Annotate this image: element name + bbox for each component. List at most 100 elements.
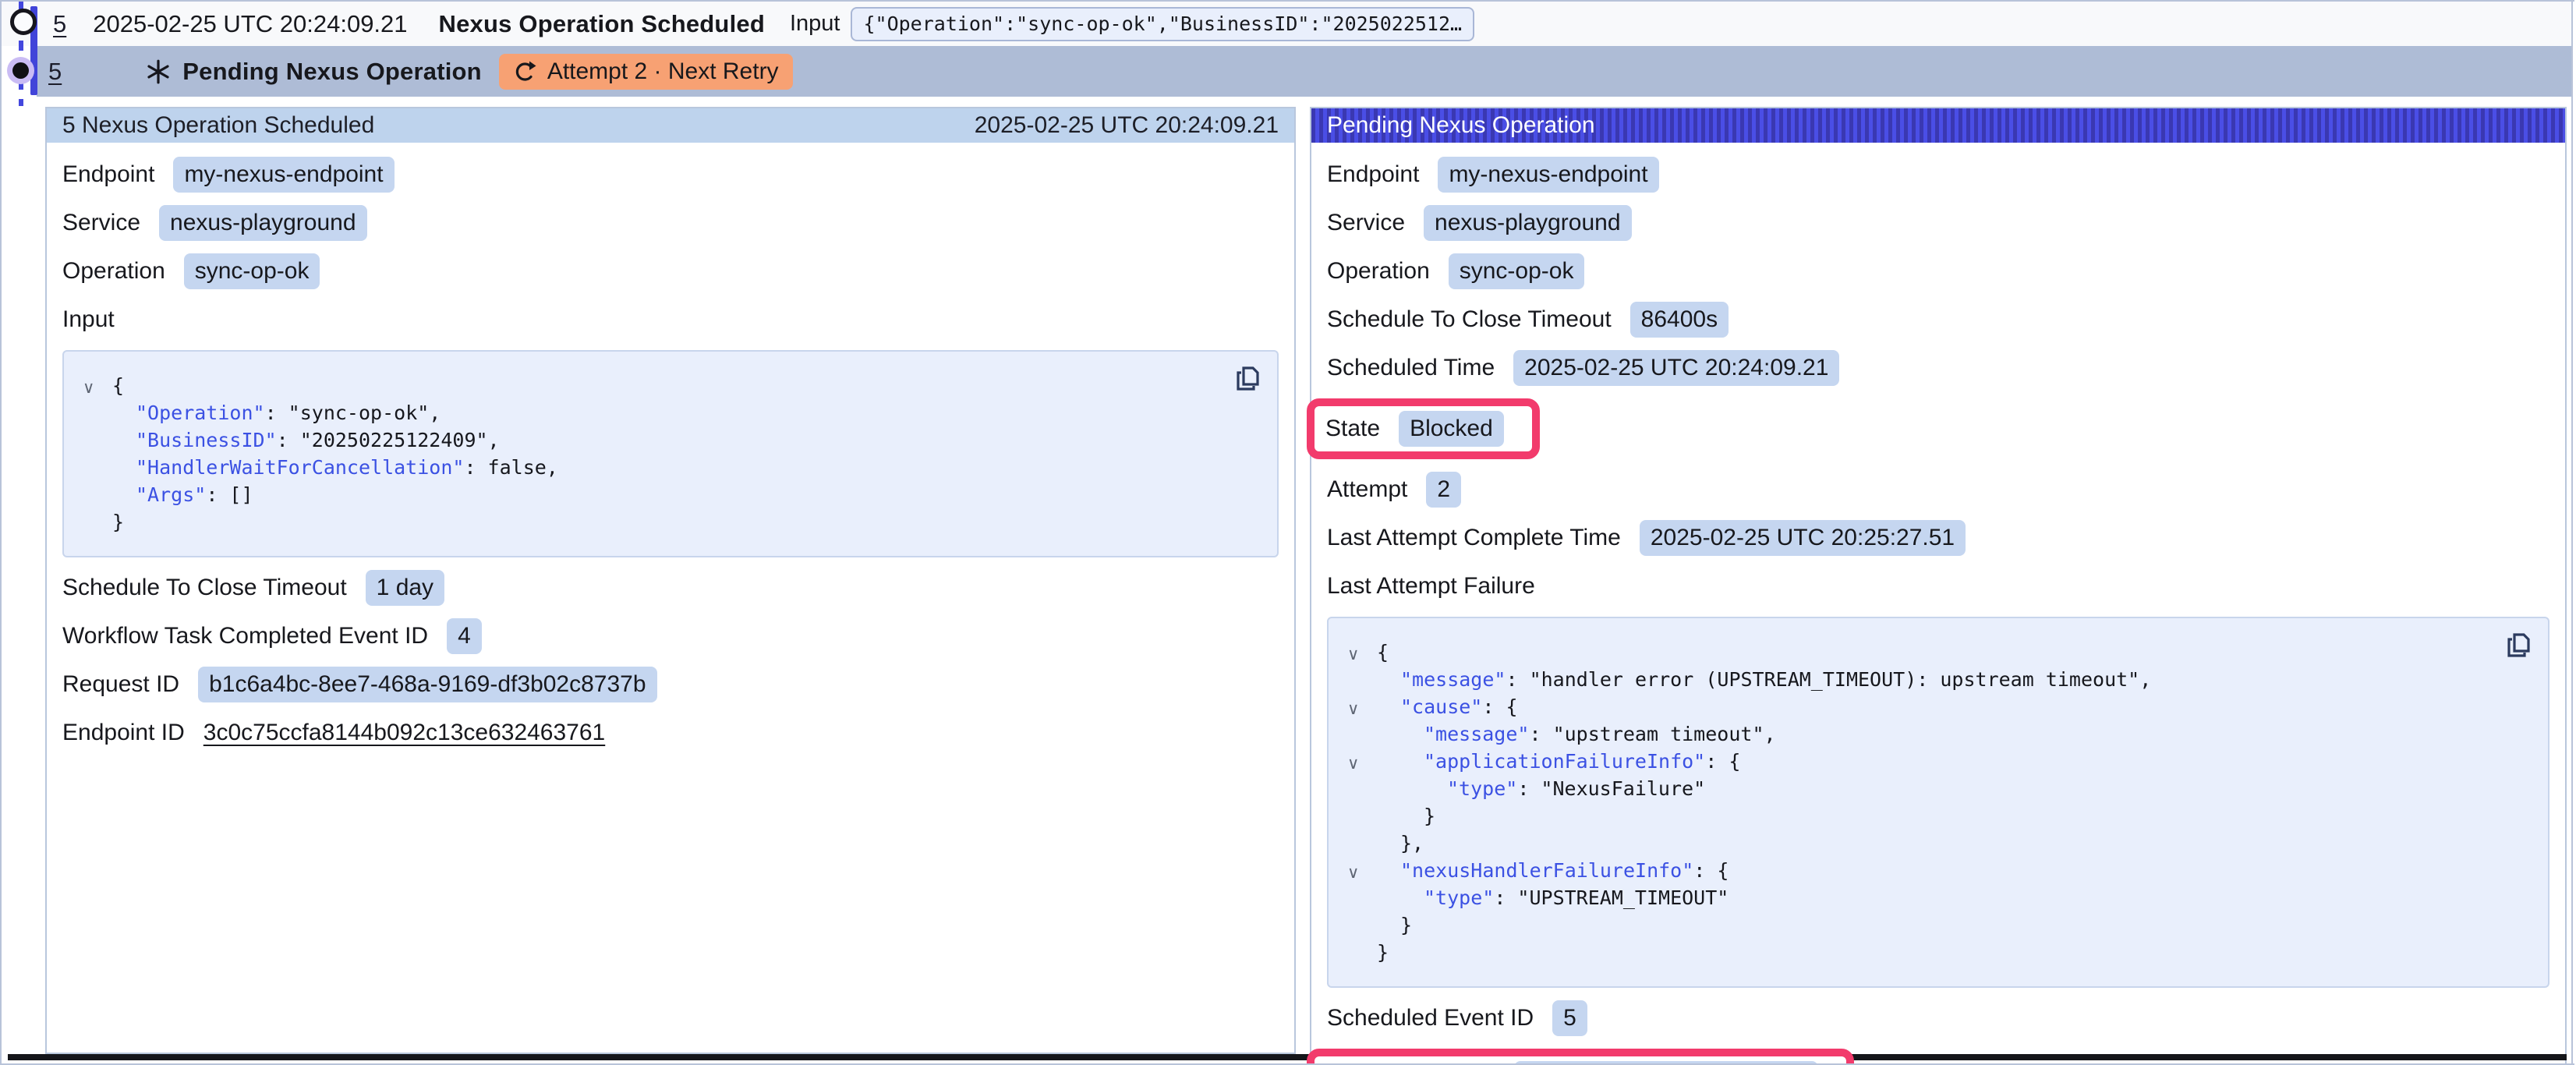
event-timestamp: 2025-02-25 UTC 20:24:09.21 bbox=[93, 10, 407, 38]
json-line: }, bbox=[1377, 830, 2529, 857]
json-line: ∨"applicationFailureInfo": { bbox=[1377, 748, 2529, 775]
field-label: Schedule To Close Timeout bbox=[62, 575, 347, 601]
field-row: Workflow Task Completed Event ID 4 bbox=[62, 618, 1279, 654]
json-line: } bbox=[112, 508, 1258, 536]
field-row: Operation sync-op-ok bbox=[62, 253, 1279, 289]
field-row: Attempt 2 bbox=[1327, 472, 2549, 508]
json-line: } bbox=[1377, 939, 2529, 966]
field-value-chip: b1c6a4bc-8ee7-468a-9169-df3b02c8737b bbox=[198, 667, 656, 702]
field-label: Last Attempt Complete Time bbox=[1327, 525, 1621, 551]
annotation-highlight-box: StateBlocked bbox=[1307, 398, 1540, 459]
field-row: Schedule To Close Timeout 1 day bbox=[62, 570, 1279, 606]
field-value-chip: nexus-playground bbox=[1424, 205, 1632, 241]
field-value-chip: 2025-02-25 UTC 20:24:09.21 bbox=[1513, 350, 1839, 386]
pending-operation-header: Pending Nexus Operation bbox=[1311, 108, 2565, 143]
field-label: Request ID bbox=[62, 671, 179, 698]
field-row: StateBlocked bbox=[1327, 398, 2549, 459]
json-line: "BusinessID": "20250225122409", bbox=[112, 426, 1258, 454]
field-label: State bbox=[1325, 416, 1380, 442]
event-title: Nexus Operation Scheduled bbox=[439, 10, 765, 38]
collapse-chevron-icon[interactable]: ∨ bbox=[83, 374, 94, 402]
section-label-row: Last Attempt Failure bbox=[1327, 568, 2549, 604]
json-line: "HandlerWaitForCancellation": false, bbox=[112, 454, 1258, 481]
field-value-chip: sync-op-ok bbox=[184, 253, 320, 289]
event-row-pending[interactable]: 5 Pending Nexus Operation Attempt 2 · Ne… bbox=[37, 46, 2571, 97]
field-label: Input bbox=[62, 306, 115, 333]
section-label-row: Input bbox=[62, 302, 1279, 338]
field-row: Endpoint ID 3c0c75ccfa8144b092c13ce632463… bbox=[62, 715, 1279, 751]
json-line: "type": "NexusFailure" bbox=[1377, 775, 2529, 802]
event-id-link[interactable]: 5 bbox=[48, 58, 62, 86]
retry-icon bbox=[513, 60, 536, 83]
field-value-chip: 4 bbox=[447, 618, 482, 654]
timeline-open-circle-icon bbox=[10, 9, 37, 35]
json-line: } bbox=[1377, 911, 2529, 939]
field-label: Scheduled Time bbox=[1327, 355, 1495, 381]
pending-operation-panel: Pending Nexus Operation Endpointmy-nexus… bbox=[1310, 107, 2567, 1065]
copy-icon[interactable] bbox=[2503, 631, 2532, 660]
json-line: "Operation": "sync-op-ok", bbox=[112, 399, 1258, 426]
field-row: Operation sync-op-ok bbox=[1327, 253, 2549, 289]
field-row: Service nexus-playground bbox=[62, 205, 1279, 241]
panel-timestamp: 2025-02-25 UTC 20:24:09.21 bbox=[975, 112, 1279, 139]
pending-event-title: Pending Nexus Operation bbox=[182, 58, 482, 86]
event-detail-header: 5 Nexus Operation Scheduled 2025-02-25 U… bbox=[47, 108, 1294, 143]
next-section-divider bbox=[8, 1054, 2567, 1060]
field-value-chip: 1 day bbox=[366, 570, 444, 606]
annotation-highlight-box: Blocked ReasonThe circuit breaker is ope… bbox=[1307, 1049, 1854, 1065]
field-row: Last Attempt Complete Time2025-02-25 UTC… bbox=[1327, 520, 2549, 556]
collapse-chevron-icon[interactable]: ∨ bbox=[1347, 859, 1359, 886]
collapse-chevron-icon[interactable]: ∨ bbox=[1347, 750, 1359, 777]
field-row: Scheduled Time 2025-02-25 UTC 20:24:09.21 bbox=[1327, 350, 2549, 386]
field-value-chip: 86400s bbox=[1630, 302, 1729, 338]
event-input-label: Input bbox=[790, 11, 840, 37]
event-row-scheduled[interactable]: 5 2025-02-25 UTC 20:24:09.21 Nexus Opera… bbox=[2, 2, 2571, 46]
pending-asterisk-icon bbox=[145, 58, 172, 85]
panel-body: Endpointmy-nexus-endpointServicenexus-pl… bbox=[1311, 143, 2565, 1065]
field-value-chip: my-nexus-endpoint bbox=[1438, 157, 1658, 193]
panel-title: 5 Nexus Operation Scheduled bbox=[62, 112, 374, 139]
json-line: ∨{ bbox=[112, 372, 1258, 399]
field-label: Workflow Task Completed Event ID bbox=[62, 623, 428, 649]
field-label: Endpoint bbox=[62, 161, 154, 188]
field-label: Schedule To Close Timeout bbox=[1327, 306, 1612, 333]
collapse-chevron-icon[interactable]: ∨ bbox=[1347, 695, 1359, 723]
field-row: Request ID b1c6a4bc-8ee7-468a-9169-df3b02… bbox=[62, 667, 1279, 702]
field-label: Service bbox=[1327, 210, 1405, 236]
collapse-chevron-icon[interactable]: ∨ bbox=[1347, 641, 1359, 668]
retry-badge[interactable]: Attempt 2 · Next Retry bbox=[499, 54, 793, 90]
json-line: "type": "UPSTREAM_TIMEOUT" bbox=[1377, 884, 2529, 911]
event-id-link[interactable]: 5 bbox=[53, 10, 66, 38]
copy-icon[interactable] bbox=[1232, 364, 1261, 394]
retry-badge-label: Attempt 2 · Next Retry bbox=[547, 58, 779, 85]
field-label: Service bbox=[62, 210, 140, 236]
field-value-chip: nexus-playground bbox=[159, 205, 367, 241]
json-line: "message": "handler error (UPSTREAM_TIME… bbox=[1377, 666, 2529, 693]
json-line: ∨"nexusHandlerFailureInfo": { bbox=[1377, 857, 2529, 884]
json-line: "Args": [] bbox=[112, 481, 1258, 508]
json-line: ∨"cause": { bbox=[1377, 693, 2529, 720]
field-value-chip: 5 bbox=[1552, 1000, 1587, 1036]
field-row: Scheduled Event ID5 bbox=[1327, 1000, 2549, 1036]
event-input-preview[interactable]: {"Operation":"sync-op-ok","BusinessID":"… bbox=[851, 7, 1474, 41]
scroll-gutter-border bbox=[2571, 2, 2573, 1065]
event-detail-panel: 5 Nexus Operation Scheduled 2025-02-25 U… bbox=[45, 107, 1296, 1054]
json-line: ∨{ bbox=[1377, 639, 2529, 666]
field-row: Endpoint my-nexus-endpoint bbox=[62, 157, 1279, 193]
field-value-chip: 2 bbox=[1426, 472, 1461, 508]
field-value-link[interactable]: 3c0c75ccfa8144b092c13ce632463761 bbox=[203, 720, 605, 746]
history-view: 5 2025-02-25 UTC 20:24:09.21 Nexus Opera… bbox=[0, 0, 2574, 1065]
field-row: Schedule To Close Timeout 86400s bbox=[1327, 302, 2549, 338]
panel-title: Pending Nexus Operation bbox=[1327, 112, 1595, 139]
field-label: Endpoint ID bbox=[62, 720, 185, 746]
json-line: } bbox=[1377, 802, 2529, 830]
panel-body: Endpoint my-nexus-endpoint Service nexus-pl… bbox=[47, 143, 1294, 765]
failure-json-viewer: ∨{"message": "handler error (UPSTREAM_TI… bbox=[1327, 617, 2549, 988]
field-label: Attempt bbox=[1327, 476, 1407, 503]
field-value-chip: my-nexus-endpoint bbox=[173, 157, 394, 193]
field-label: Last Attempt Failure bbox=[1327, 573, 1535, 600]
field-label: Operation bbox=[1327, 258, 1430, 285]
field-label: Operation bbox=[62, 258, 165, 285]
json-line: "message": "upstream timeout", bbox=[1377, 720, 2529, 748]
field-value-chip: sync-op-ok bbox=[1449, 253, 1585, 289]
